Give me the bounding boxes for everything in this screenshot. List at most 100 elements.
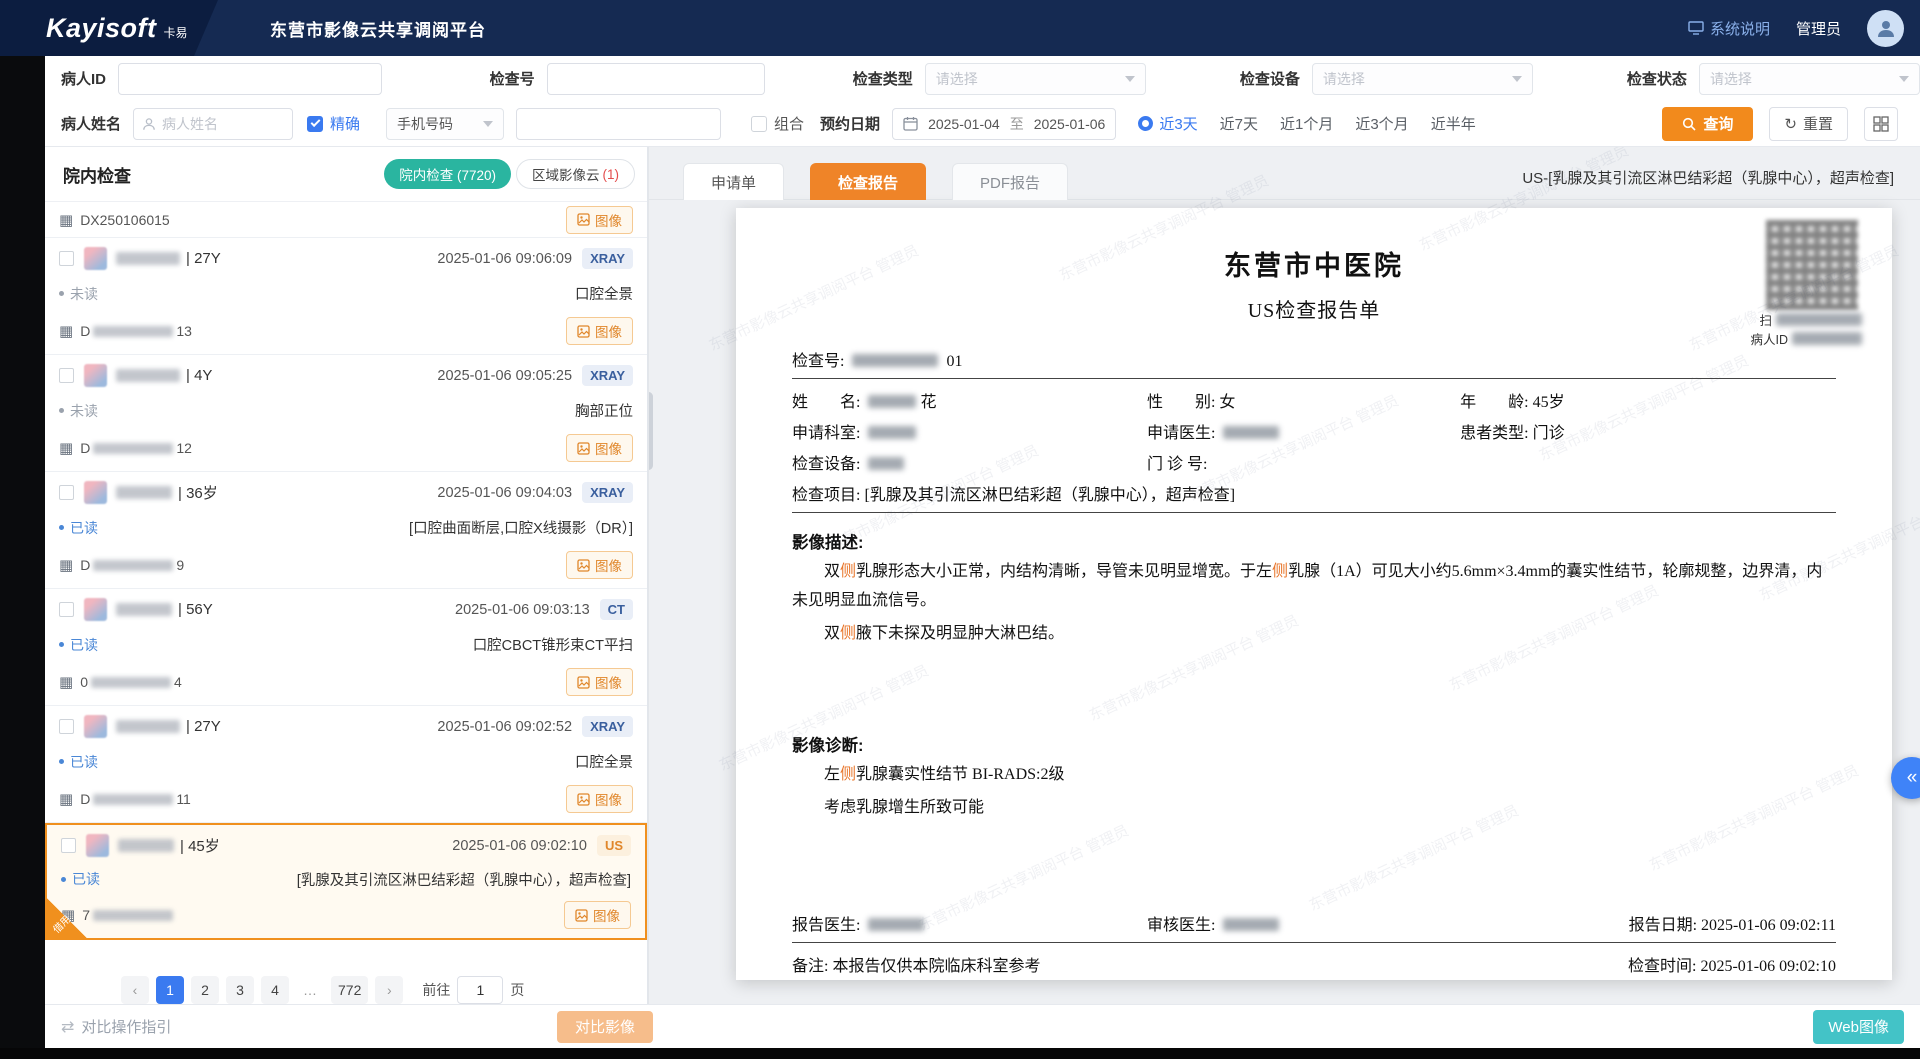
page-unit-label: 页: [510, 980, 524, 1000]
page-button-2[interactable]: 2: [191, 976, 219, 1004]
view-image-button[interactable]: 图像: [566, 317, 633, 345]
description-line: 双侧腋下未探及明显肿大淋巴结。: [792, 619, 1836, 648]
study-id-icon: ▦: [59, 211, 73, 229]
req-doctor-redacted: [1223, 426, 1279, 439]
range-1m-label: 近1个月: [1280, 113, 1333, 134]
field-empty: [1460, 450, 1836, 474]
next-page-button[interactable]: ›: [375, 976, 403, 1004]
range-3m[interactable]: 近3个月: [1355, 113, 1408, 134]
view-image-button[interactable]: 图像: [566, 668, 633, 696]
system-help-label: 系统说明: [1710, 18, 1770, 39]
page-ellipsis[interactable]: …: [296, 976, 324, 1004]
date-range-picker[interactable]: 2025-01-04 至 2025-01-06: [892, 108, 1116, 140]
reset-button-label: 重置: [1803, 113, 1833, 134]
view-image-button[interactable]: 图像: [566, 551, 633, 579]
modality-badge: US: [597, 835, 631, 856]
status-dot-icon: [61, 877, 66, 882]
grid-icon: [1873, 116, 1889, 132]
tab-regional-cloud[interactable]: 区域影像云 (1): [516, 159, 635, 189]
exam-list-item[interactable]: | 56Y 2025-01-06 09:03:13 CT 已读 口腔CBCT锥形…: [45, 589, 647, 706]
tab-exam-report[interactable]: 检查报告: [810, 163, 926, 200]
web-image-button[interactable]: Web图像: [1813, 1010, 1904, 1044]
compare-images-button[interactable]: 对比影像: [557, 1011, 653, 1043]
page-title: 东营市影像云共享调阅平台: [270, 16, 486, 41]
panel-resize-handle[interactable]: [648, 392, 653, 470]
exam-type-select[interactable]: 请选择: [925, 63, 1146, 95]
patient-avatar: [84, 598, 107, 621]
device-label: 检查设备: [1240, 68, 1300, 89]
exam-list-item[interactable]: | 4Y 2025-01-06 09:05:25 XRAY 未读 胸部正位 ▦ …: [45, 355, 647, 472]
pagination: ‹ 1 2 3 4 … 772 › 前往 页: [45, 963, 647, 1004]
combo-label: 组合: [774, 113, 804, 134]
view-image-button[interactable]: 图像: [566, 206, 633, 234]
exam-description: [口腔曲面断层,口腔X线摄影（DR）]: [409, 517, 633, 538]
range-7d[interactable]: 近7天: [1220, 113, 1258, 134]
tab-application-form[interactable]: 申请单: [683, 163, 784, 200]
combo-checkbox[interactable]: [751, 116, 767, 132]
phone-input[interactable]: [516, 108, 721, 140]
date-to[interactable]: 2025-01-06: [1034, 116, 1106, 132]
status-placeholder: 请选择: [1710, 69, 1752, 89]
exam-datetime: 2025-01-06 09:06:09: [437, 251, 572, 267]
current-exam-info: US-[乳腺及其引流区淋巴结彩超（乳腺中心），超声检查]: [1522, 167, 1894, 188]
item-checkbox[interactable]: [61, 838, 76, 853]
qr-caption: 扫 病人ID: [1656, 312, 1866, 350]
item-checkbox[interactable]: [59, 485, 74, 500]
patient-avatar: [84, 715, 107, 738]
name-redacted: [868, 395, 916, 408]
status-select[interactable]: 请选择: [1699, 63, 1920, 95]
layout-switch-button[interactable]: [1864, 107, 1898, 141]
page-button-3[interactable]: 3: [226, 976, 254, 1004]
image-icon: [577, 325, 590, 338]
item-checkbox[interactable]: [59, 719, 74, 734]
page-button-last[interactable]: 772: [331, 976, 368, 1004]
exam-list-item[interactable]: | 36岁 2025-01-06 09:04:03 XRAY 已读 [口腔曲面断…: [45, 472, 647, 589]
exact-checkbox[interactable]: [307, 116, 323, 132]
date-from[interactable]: 2025-01-04: [928, 116, 1000, 132]
tab-internal-exams[interactable]: 院内检查 (7720): [384, 159, 511, 189]
tab-pdf-report[interactable]: PDF报告: [952, 163, 1068, 200]
exact-label: 精确: [330, 113, 360, 134]
exam-description: 胸部正位: [575, 400, 633, 421]
exam-list-item-selected[interactable]: | 45岁 2025-01-06 09:02:10 US 已读 [乳腺及其引流区…: [45, 823, 647, 940]
view-image-button[interactable]: 图像: [566, 434, 633, 462]
doctor-row: 报告医生: 审核医生: 报告日期: 2025-01-06 09:02:11: [792, 911, 1836, 935]
exam-list-item-partial[interactable]: ▦ DX250106015 图像: [45, 202, 647, 238]
patient-id-input[interactable]: [118, 63, 382, 95]
exam-number-redacted: [852, 354, 938, 367]
goto-page-input[interactable]: [457, 976, 503, 1004]
exam-list-item[interactable]: | 27Y 2025-01-06 09:02:52 XRAY 已读 口腔全景 ▦…: [45, 706, 647, 823]
filter-buttons: 查询 ↻ 重置: [1662, 107, 1920, 141]
bottom-toolbar: ⇄ 对比操作指引 对比影像 Web图像: [45, 1004, 1920, 1048]
range-1m[interactable]: 近1个月: [1280, 113, 1333, 134]
phone-field-select[interactable]: 手机号码: [386, 108, 504, 140]
item-checkbox[interactable]: [59, 602, 74, 617]
compare-guide[interactable]: ⇄ 对比操作指引: [61, 1016, 171, 1037]
page-button-1[interactable]: 1: [156, 976, 184, 1004]
compare-icon: ⇄: [61, 1017, 74, 1037]
patient-name-input[interactable]: [133, 108, 293, 140]
device-select[interactable]: 请选择: [1312, 63, 1533, 95]
reset-button[interactable]: ↻ 重置: [1769, 107, 1848, 141]
range-3d[interactable]: 近3天: [1138, 113, 1197, 134]
item-checkbox[interactable]: [59, 368, 74, 383]
prev-page-button[interactable]: ‹: [121, 976, 149, 1004]
bottom-letterbox: [0, 1048, 1920, 1059]
range-3m-label: 近3个月: [1355, 113, 1408, 134]
view-image-button[interactable]: 图像: [564, 901, 631, 929]
report-doctor-redacted: [868, 918, 924, 931]
user-name[interactable]: 管理员: [1796, 18, 1841, 39]
system-help-link[interactable]: 系统说明: [1688, 18, 1770, 39]
study-id-redacted: [93, 443, 173, 454]
patient-age: | 4Y: [186, 367, 212, 384]
view-image-button[interactable]: 图像: [566, 785, 633, 813]
range-6m[interactable]: 近半年: [1431, 113, 1476, 134]
page-button-4[interactable]: 4: [261, 976, 289, 1004]
item-checkbox[interactable]: [59, 251, 74, 266]
search-button[interactable]: 查询: [1662, 107, 1753, 141]
exam-no-input[interactable]: [547, 63, 765, 95]
exam-list-item[interactable]: | 27Y 2025-01-06 09:06:09 XRAY 未读 口腔全景 ▦…: [45, 238, 647, 355]
user-avatar[interactable]: [1867, 10, 1904, 47]
tab-regional-count: (1): [603, 167, 620, 182]
exam-description: 口腔全景: [575, 751, 633, 772]
